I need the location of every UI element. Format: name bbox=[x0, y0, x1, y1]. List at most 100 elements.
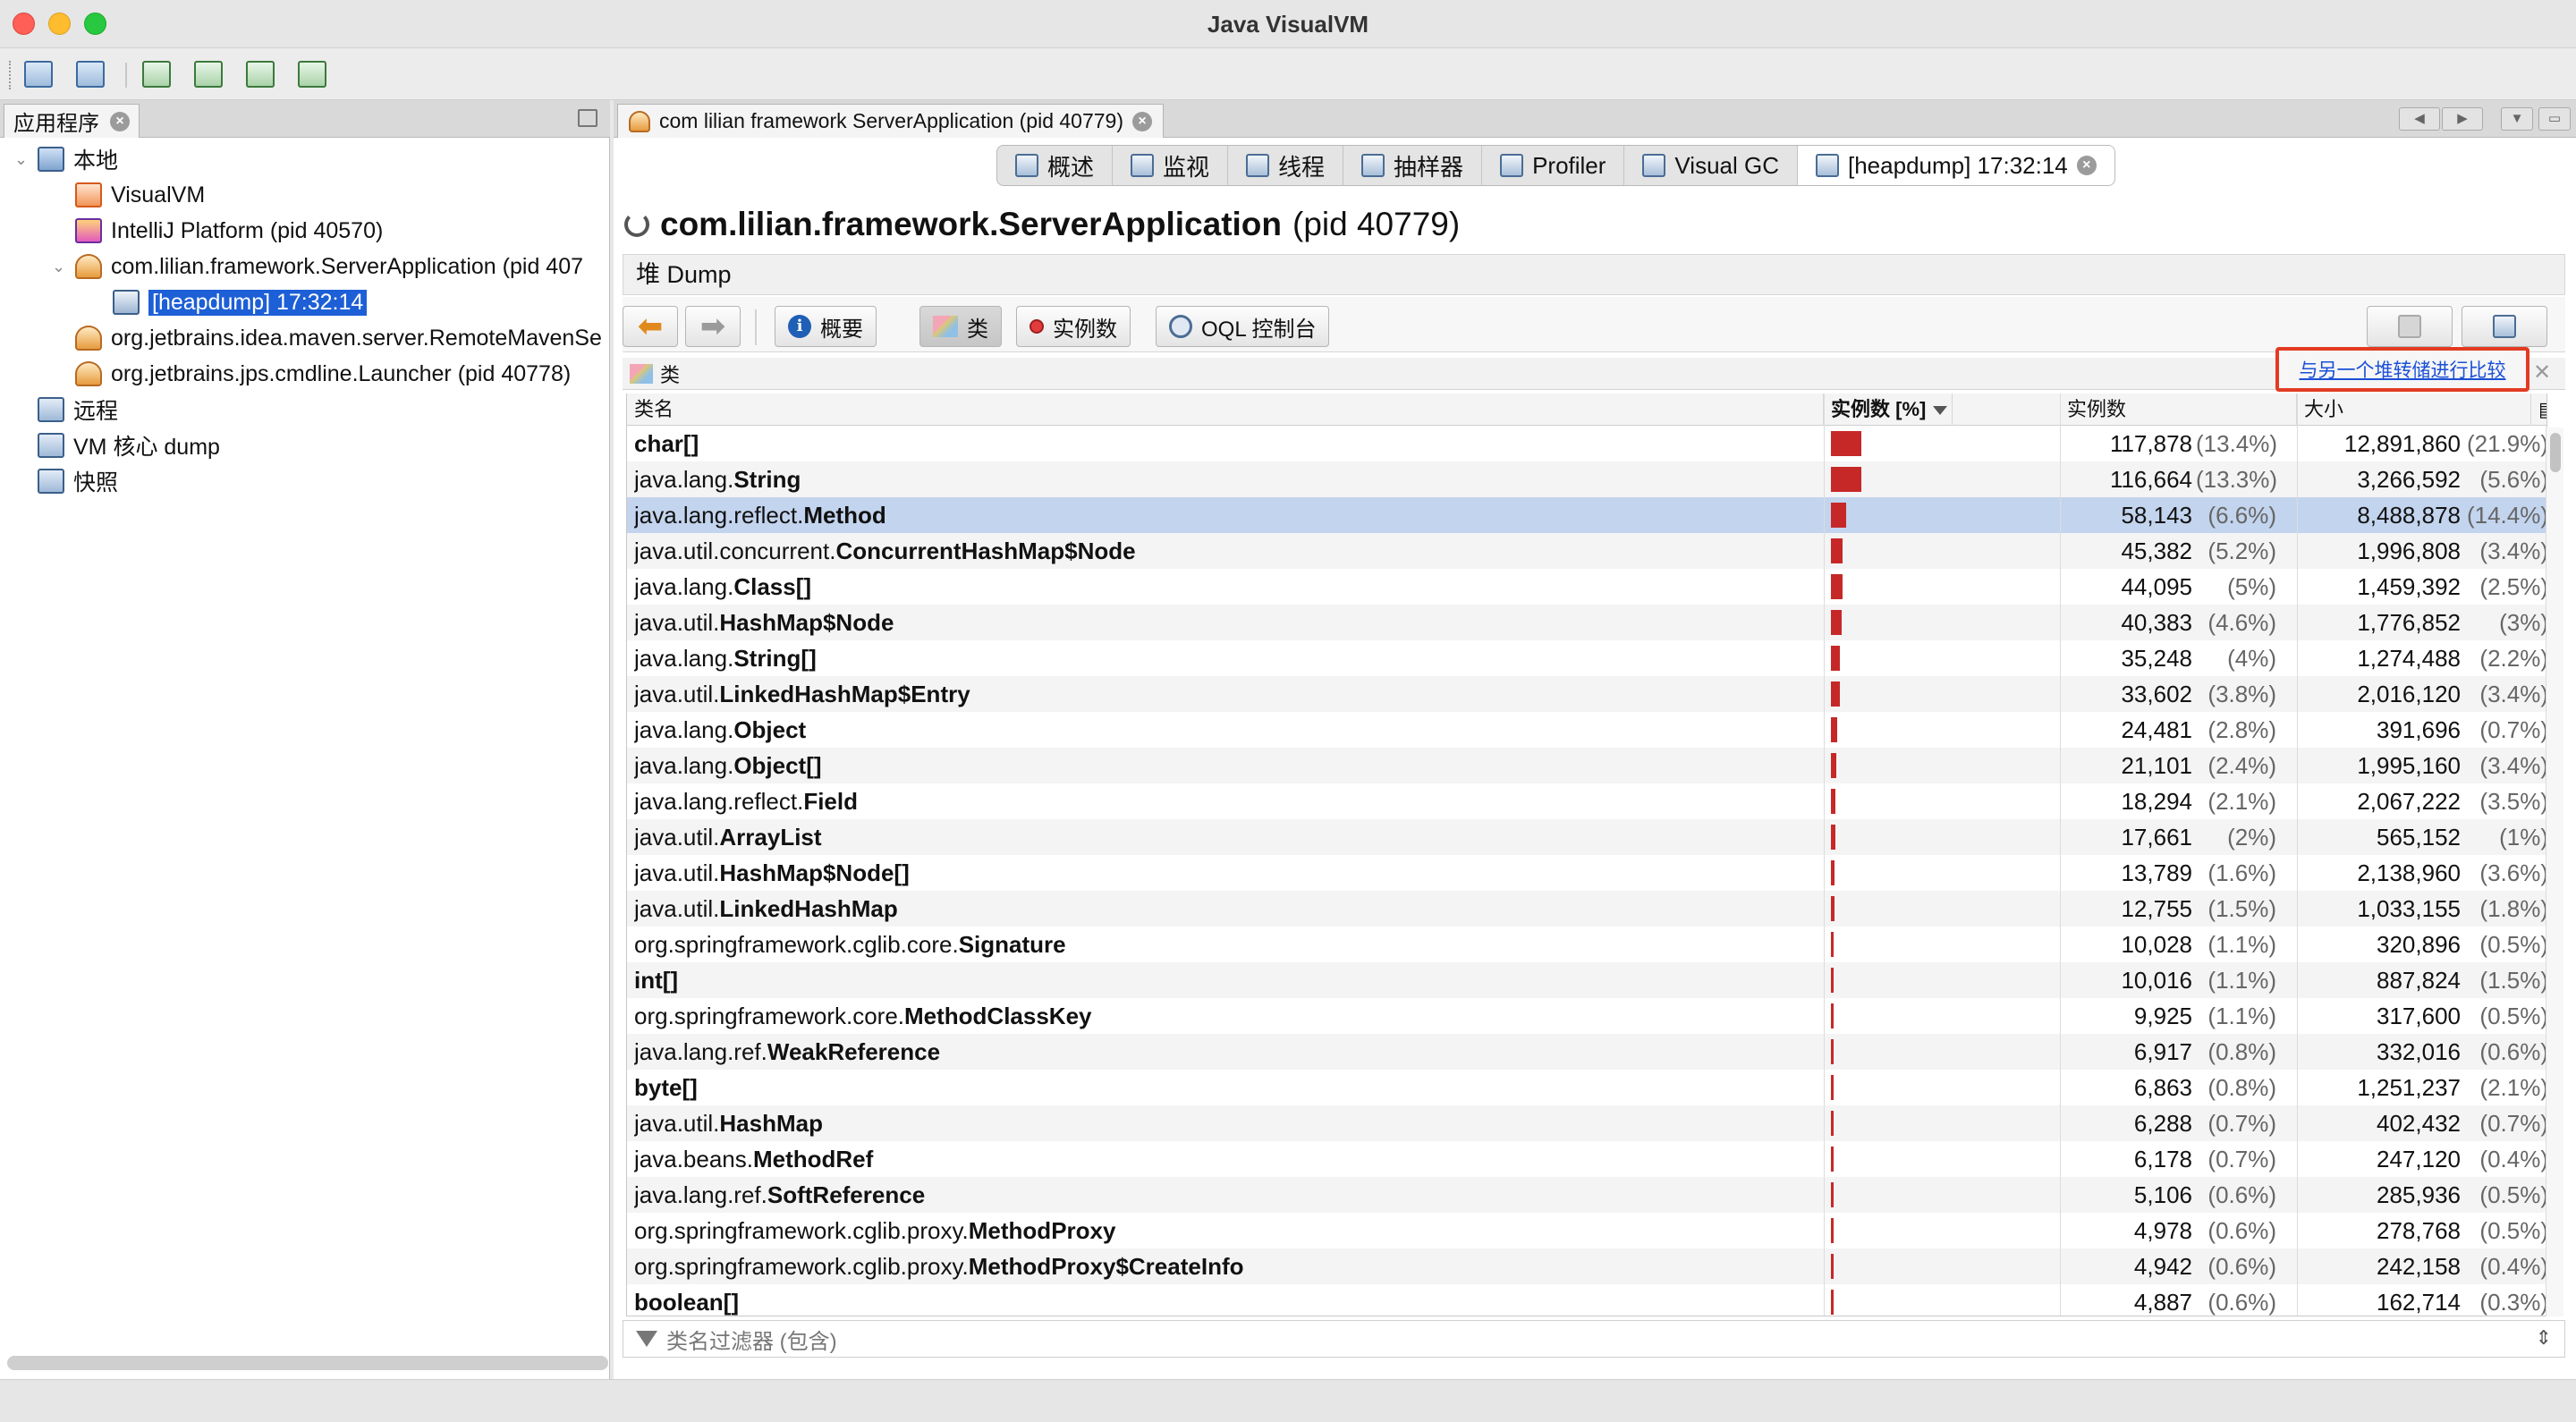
table-row[interactable]: java.lang.String[] 35,248 (4%) 1,274,488 (2.… bbox=[627, 640, 2546, 676]
toolbar-grip bbox=[9, 61, 13, 89]
close-icon[interactable]: × bbox=[1132, 111, 1153, 131]
filter-dropdown-icon[interactable]: ⇕ bbox=[2536, 1326, 2552, 1350]
size-percent: (0.7%) bbox=[2479, 716, 2547, 743]
table-row[interactable]: org.springframework.core.MethodClassKey 9… bbox=[627, 998, 2546, 1034]
classes-section-header: 类 bbox=[623, 358, 2565, 390]
column-instances-pct[interactable]: 实例数 [%] bbox=[1824, 394, 1953, 426]
window-title: Java VisualVM bbox=[1207, 11, 1369, 38]
forward-button[interactable]: ➡ bbox=[685, 306, 741, 347]
table-row[interactable]: int[] 10,016 (1.1%) 887,824 (1.5%) bbox=[627, 962, 2546, 998]
tree-item[interactable]: ⌄ 本地 bbox=[14, 141, 118, 177]
column-size[interactable]: 大小 bbox=[2297, 394, 2531, 426]
horizontal-scrollbar[interactable] bbox=[7, 1356, 608, 1370]
compare-heap-dump-link[interactable]: 与另一个堆转储进行比较 bbox=[2300, 356, 2506, 383]
table-row[interactable]: java.lang.reflect.Method 58,143 (6.6%) 8,48… bbox=[627, 497, 2546, 533]
table-row[interactable]: char[] 117,878 (13.4%) 12,891,860 (21.9%) bbox=[627, 426, 2546, 461]
column-chooser-icon[interactable]: ▤ bbox=[2531, 394, 2546, 426]
table-row[interactable]: org.springframework.cglib.core.Signature… bbox=[627, 927, 2546, 962]
tree-item[interactable]: [heapdump] 17:32:14 bbox=[89, 284, 368, 320]
table-row[interactable]: java.beans.MethodRef 6,178 (0.7%) 247,120 (0… bbox=[627, 1141, 2546, 1177]
subtab-heapdump[interactable]: [heapdump] 17:32:14 × bbox=[1798, 146, 2114, 185]
monitor-icon bbox=[1131, 154, 1155, 177]
table-row[interactable]: org.springframework.cglib.proxy.MethodPr… bbox=[627, 1213, 2546, 1248]
table-row[interactable]: java.lang.ref.WeakReference 6,917 (0.8%) 33… bbox=[627, 1034, 2546, 1070]
tab-applications[interactable]: 应用程序 × bbox=[4, 104, 140, 138]
class-package: java.lang.ref. bbox=[634, 1038, 767, 1065]
close-icon[interactable]: ✕ bbox=[2533, 360, 2551, 385]
table-row[interactable]: java.util.HashMap$Node 40,383 (4.6%) 1,776,… bbox=[627, 605, 2546, 640]
expand-caret-icon[interactable]: ⌄ bbox=[52, 258, 68, 276]
tree-item[interactable]: 远程 bbox=[14, 392, 118, 427]
minimize-panel-icon[interactable] bbox=[578, 109, 597, 127]
class-simple-name: Class[] bbox=[733, 573, 812, 600]
class-name-filter[interactable]: 类名过滤器 (包含) ⇕ bbox=[623, 1320, 2565, 1358]
scroll-tabs-left-button[interactable]: ◀ bbox=[2399, 107, 2440, 131]
instance-count-percent: (2.4%) bbox=[2207, 752, 2276, 779]
table-row[interactable]: java.lang.ref.SoftReference 5,106 (0.6%) 28… bbox=[627, 1177, 2546, 1213]
export-button[interactable] bbox=[2462, 306, 2547, 347]
table-row[interactable]: boolean[] 4,887 (0.6%) 162,714 (0.3%) bbox=[627, 1284, 2546, 1316]
instances-button[interactable]: 实例数 bbox=[1016, 306, 1131, 347]
size-value: 320,896 bbox=[2377, 931, 2461, 958]
table-row[interactable]: java.lang.reflect.Field 18,294 (2.1%) 2,067… bbox=[627, 783, 2546, 819]
instance-count: 44,095 bbox=[2121, 573, 2192, 600]
add-snapshot-button[interactable] bbox=[293, 56, 331, 92]
class-simple-name: LinkedHashMap bbox=[719, 895, 898, 922]
add-jmx-button[interactable] bbox=[138, 56, 175, 92]
table-row[interactable]: java.util.ArrayList 17,661 (2%) 565,152 (1%) bbox=[627, 819, 2546, 855]
tab-list-dropdown[interactable]: ▼ bbox=[2501, 107, 2533, 131]
classes-button[interactable]: 类 bbox=[919, 306, 1002, 347]
tree-item[interactable]: IntelliJ Platform (pid 40570) bbox=[52, 213, 383, 249]
column-class-name[interactable]: 类名 bbox=[627, 394, 1824, 426]
tree-item[interactable]: org.jetbrains.jps.cmdline.Launcher (pid … bbox=[52, 356, 571, 392]
table-row[interactable]: java.util.LinkedHashMap$Entry 33,602 (3.8%… bbox=[627, 676, 2546, 712]
table-row[interactable]: java.lang.Object 24,481 (2.8%) 391,696 (0.7%… bbox=[627, 712, 2547, 748]
expand-caret-icon[interactable]: ⌄ bbox=[14, 150, 30, 169]
export-icon bbox=[2493, 315, 2516, 338]
table-row[interactable]: java.util.HashMap$Node[] 13,789 (1.6%) 2,13… bbox=[627, 855, 2546, 891]
table-row[interactable]: org.springframework.cglib.proxy.MethodPr… bbox=[627, 1248, 2546, 1284]
tree-item[interactable]: 快照 bbox=[14, 463, 118, 499]
subtab-sampler[interactable]: 抽样器 bbox=[1343, 146, 1483, 185]
add-remote-button[interactable] bbox=[190, 56, 227, 92]
table-row[interactable]: java.lang.Class[] 44,095 (5%) 1,459,392 (2.5… bbox=[627, 569, 2546, 605]
subtab-monitor[interactable]: 监视 bbox=[1113, 146, 1229, 185]
open-file-button[interactable] bbox=[20, 56, 57, 92]
maximize-panel-icon[interactable]: ▭ bbox=[2538, 107, 2571, 131]
back-button[interactable]: ⬅ bbox=[623, 306, 678, 347]
instance-count-percent: (5.2%) bbox=[2207, 537, 2276, 564]
add-jmx-icon bbox=[142, 61, 171, 88]
table-row[interactable]: java.util.HashMap 6,288 (0.7%) 402,432 (0.7%… bbox=[627, 1105, 2546, 1141]
scroll-tabs-right-button[interactable]: ▶ bbox=[2442, 107, 2483, 131]
column-divider bbox=[2060, 394, 2061, 1316]
tab-server-application[interactable]: com lilian framework ServerApplication (… bbox=[617, 104, 1165, 138]
oql-console-button[interactable]: OQL 控制台 bbox=[1156, 306, 1330, 347]
subtab-profiler[interactable]: Profiler bbox=[1482, 146, 1625, 185]
table-row[interactable]: java.lang.String 116,664 (13.3%) 3,266,592 (… bbox=[627, 461, 2546, 497]
instance-count-percent: (0.7%) bbox=[2207, 1146, 2276, 1172]
column-instances[interactable]: 实例数 bbox=[2060, 394, 2297, 426]
add-coredump-button[interactable] bbox=[242, 56, 279, 92]
table-row[interactable]: byte[] 6,863 (0.8%) 1,251,237 (2.1%) bbox=[627, 1070, 2546, 1105]
vertical-scrollbar[interactable] bbox=[2546, 427, 2563, 1316]
table-row[interactable]: java.util.concurrent.ConcurrentHashMap$N… bbox=[627, 533, 2546, 569]
close-icon[interactable]: × bbox=[110, 111, 130, 131]
table-row[interactable]: java.util.LinkedHashMap 12,755 (1.5%) 1,033… bbox=[627, 891, 2546, 927]
summary-button[interactable]: i 概要 bbox=[775, 306, 877, 347]
table-row[interactable]: java.lang.Object[] 21,101 (2.4%) 1,995,160 (… bbox=[627, 748, 2546, 783]
size-value: 887,824 bbox=[2377, 967, 2461, 994]
tree-item[interactable]: ⌄ com.lilian.framework.ServerApplication … bbox=[52, 249, 583, 284]
scrollbar-thumb[interactable] bbox=[2550, 433, 2561, 472]
tree-item[interactable]: org.jetbrains.idea.maven.server.RemoteMa… bbox=[52, 320, 602, 356]
tree-item[interactable]: VM 核心 dump bbox=[14, 427, 220, 463]
subtab-overview[interactable]: 概述 bbox=[997, 146, 1114, 185]
class-name-cell: java.lang.String[] bbox=[634, 640, 1797, 676]
subtab-visual-gc[interactable]: Visual GC bbox=[1624, 146, 1798, 185]
close-icon[interactable]: × bbox=[2076, 156, 2097, 175]
subtab-threads[interactable]: 线程 bbox=[1228, 146, 1344, 185]
snapshot-action-button[interactable] bbox=[2367, 306, 2453, 347]
class-name-cell: java.util.concurrent.ConcurrentHashMap$N… bbox=[634, 533, 1797, 569]
instance-count-percent: (2%) bbox=[2227, 824, 2276, 851]
save-button[interactable] bbox=[72, 56, 109, 92]
tree-item[interactable]: VisualVM bbox=[52, 177, 205, 213]
